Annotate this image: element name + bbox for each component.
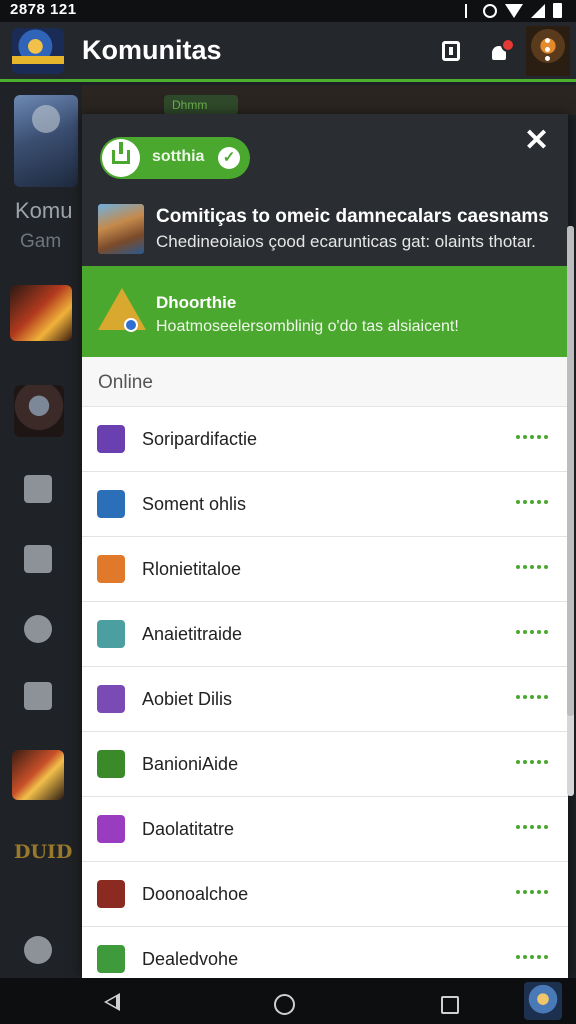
- game-logo-icon[interactable]: [12, 28, 64, 74]
- game-avatar-icon: [97, 620, 125, 648]
- list-item-name: Rlonietitaloe: [142, 559, 242, 579]
- check-icon: ✓: [218, 147, 240, 169]
- online-status-icon: [516, 760, 548, 764]
- status-time: 2878 121: [10, 1, 77, 18]
- status-bar: 2878 121: [0, 0, 576, 22]
- settings-icon[interactable]: [24, 615, 52, 643]
- list-item[interactable]: BanioniAide: [82, 732, 568, 797]
- screen: 2878 121 Komunitas Komu Gam DUID Dhmm so…: [0, 0, 576, 1024]
- list-item[interactable]: Doonoalchoe: [82, 862, 568, 927]
- chat-icon[interactable]: [436, 36, 466, 66]
- game-thumbnail[interactable]: [14, 95, 78, 187]
- battery-icon: [553, 3, 562, 18]
- background-banner: Dhmm: [82, 85, 576, 115]
- game-avatar-icon: [97, 555, 125, 583]
- list-item-name: Doonoalchoe: [142, 884, 249, 904]
- list-item-name: Daolatitatre: [142, 819, 235, 839]
- online-status-icon: [516, 695, 548, 699]
- game-avatar-icon: [97, 880, 125, 908]
- online-status-icon: [516, 630, 548, 634]
- status-toast[interactable]: sotthia ✓: [100, 137, 250, 179]
- game-avatar-icon: [97, 750, 125, 778]
- online-list: Soripardifactie Soment ohlis Rlonietitaloe…: [82, 407, 568, 978]
- profile-icon[interactable]: [24, 475, 52, 503]
- alarm-icon: [483, 3, 497, 18]
- notification-icon[interactable]: [486, 36, 516, 66]
- highlight-banner[interactable]: Dhoorthie Hoatmoseelersomblinig o'do tas…: [82, 266, 568, 357]
- game-thumbnail[interactable]: [12, 750, 64, 800]
- online-status-icon: [516, 890, 548, 894]
- game-thumbnail[interactable]: [14, 385, 64, 437]
- side-text-gam: Gam: [20, 231, 62, 252]
- status-icons: [465, 3, 562, 18]
- banner-subtitle: Hoatmoseelersomblinig o'do tas alsiaicen…: [156, 318, 459, 335]
- list-item[interactable]: Aobiet Dilis: [82, 667, 568, 732]
- online-status-icon: [516, 955, 548, 959]
- gear-icon[interactable]: [24, 936, 52, 964]
- list-item-name: Dealedvohe: [142, 949, 239, 969]
- online-status-icon: [516, 435, 548, 439]
- online-status-icon: [516, 565, 548, 569]
- game-avatar-icon: [97, 815, 125, 843]
- home-icon[interactable]: [274, 994, 295, 1015]
- panel-header: sotthia ✓ ✕ Comitiças to omeic damnecala…: [82, 114, 568, 266]
- list-item-name: Soripardifactie: [142, 429, 258, 449]
- list-item[interactable]: Rlonietitaloe: [82, 537, 568, 602]
- app-bar: Komunitas: [0, 22, 576, 82]
- list-item-name: BanioniAide: [142, 754, 239, 774]
- section-header-online: Online: [82, 357, 568, 407]
- list-item[interactable]: Soripardifactie: [82, 407, 568, 472]
- message-subtitle: Chedineoiaios çood ecarunticas gat: olai…: [156, 232, 536, 251]
- game-thumbnail[interactable]: [10, 285, 72, 341]
- flag-icon[interactable]: [24, 682, 52, 710]
- list-item[interactable]: Anaietitraide: [82, 602, 568, 667]
- list-item-name: Aobiet Dilis: [142, 689, 233, 709]
- recents-icon[interactable]: [441, 996, 459, 1014]
- game-avatar-icon: [97, 945, 125, 973]
- close-button[interactable]: ✕: [524, 126, 549, 156]
- game-logo-text: DUID: [14, 841, 73, 863]
- side-text-komu: Komu: [15, 198, 73, 223]
- tasks-icon[interactable]: [24, 545, 52, 573]
- signal-icon: [531, 3, 545, 18]
- game-avatar-icon: [97, 685, 125, 713]
- upload-icon: [102, 139, 140, 177]
- scrollbar-thumb[interactable]: [567, 226, 574, 716]
- community-panel: sotthia ✓ ✕ Comitiças to omeic damnecala…: [82, 114, 568, 978]
- system-nav-bar: [0, 978, 576, 1024]
- list-item[interactable]: Soment ohlis: [82, 472, 568, 537]
- list-item[interactable]: Daolatitatre: [82, 797, 568, 862]
- toast-label: sotthia: [152, 148, 205, 165]
- bluetooth-icon: [465, 3, 475, 18]
- background-tag: Dhmm: [164, 95, 238, 115]
- online-status-icon: [516, 825, 548, 829]
- list-item-name: Soment ohlis: [142, 494, 247, 514]
- game-avatar-icon: [97, 490, 125, 518]
- message-title: Comitiças to omeic damnecalars caesnams: [156, 206, 549, 227]
- page-title: Komunitas: [82, 35, 222, 65]
- game-avatar-icon: [97, 425, 125, 453]
- list-item-name: Anaietitraide: [142, 624, 243, 644]
- online-status-icon: [516, 500, 548, 504]
- list-item[interactable]: Dealedvohe: [82, 927, 568, 978]
- wifi-icon: [505, 3, 523, 18]
- side-rail: Komu Gam DUID: [0, 85, 82, 978]
- banner-title: Dhoorthie: [156, 293, 237, 312]
- app-shortcut-icon[interactable]: [524, 982, 562, 1020]
- achievement-icon: [96, 286, 146, 336]
- more-options-icon[interactable]: [545, 38, 551, 62]
- message-thumbnail: [98, 204, 144, 254]
- back-icon[interactable]: [104, 993, 120, 1011]
